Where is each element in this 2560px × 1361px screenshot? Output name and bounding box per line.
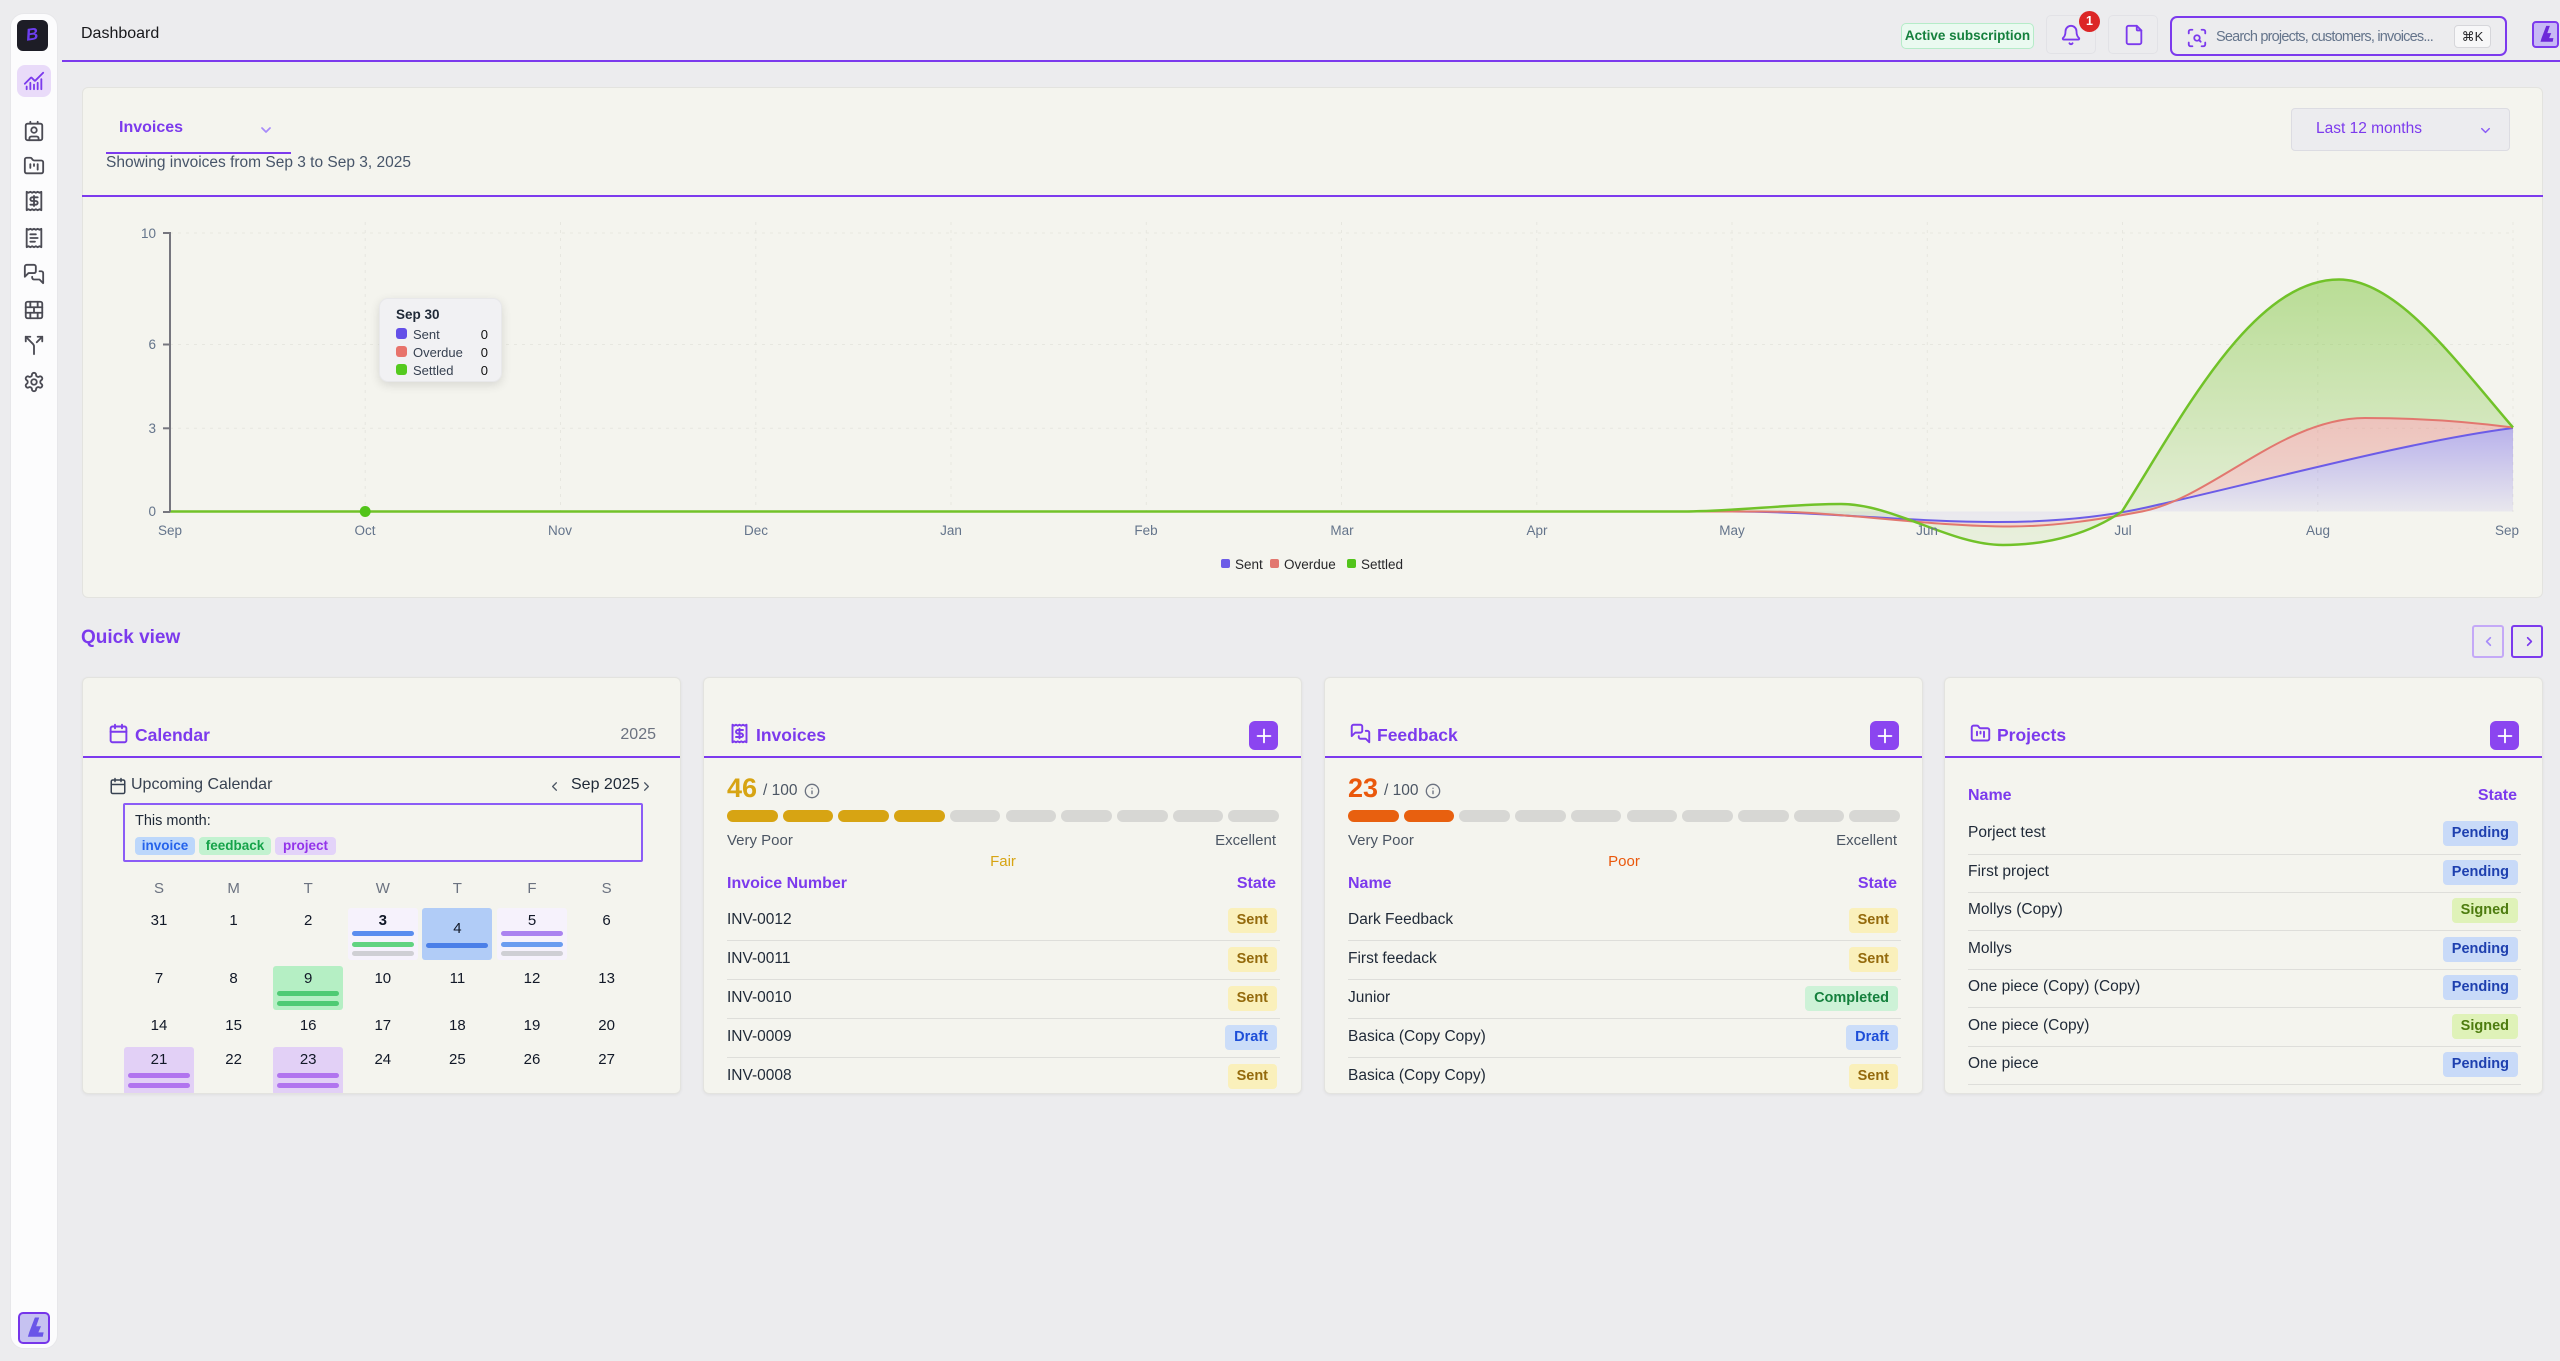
svg-text:Mar: Mar [1330,523,1354,538]
svg-text:Apr: Apr [1526,523,1548,538]
svg-text:Oct: Oct [354,523,375,538]
svg-text:Jun: Jun [1916,523,1938,538]
svg-text:0: 0 [148,504,156,519]
svg-text:Jul: Jul [2114,523,2131,538]
svg-text:Jan: Jan [940,523,962,538]
svg-text:10: 10 [141,226,156,241]
svg-text:May: May [1719,523,1745,538]
svg-text:Sep: Sep [158,523,182,538]
svg-text:Dec: Dec [744,523,768,538]
svg-text:Feb: Feb [1134,523,1157,538]
svg-text:Sep: Sep [2495,523,2519,538]
svg-text:6: 6 [148,337,156,352]
svg-text:Nov: Nov [548,523,572,538]
svg-text:Aug: Aug [2306,523,2330,538]
svg-text:3: 3 [148,421,156,436]
